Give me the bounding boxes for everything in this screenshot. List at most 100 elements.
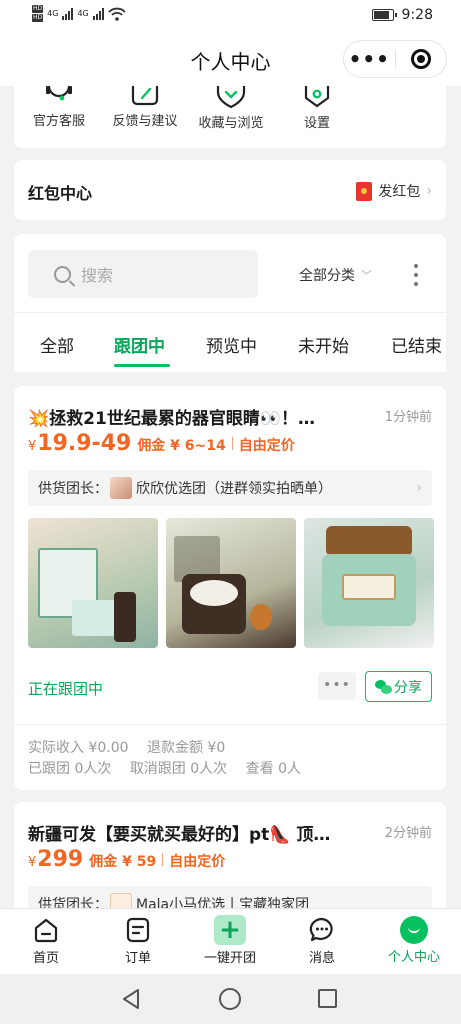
red-envelope-icon xyxy=(356,181,373,201)
group-status: 正在跟团中 xyxy=(28,680,104,698)
product-image[interactable] xyxy=(304,518,434,648)
product-card[interactable]: 新疆可发【要买就买最好的】pt👠 顶… 2分钟前 ¥ 299 佣金 ¥ 59 自… xyxy=(14,802,446,922)
home-button-icon[interactable] xyxy=(219,988,241,1010)
category-label: 全部分类 xyxy=(299,268,355,284)
quick-action-customer-service[interactable]: 官方客服 xyxy=(14,86,104,129)
tab-orders[interactable]: 订单 xyxy=(92,915,184,966)
divider xyxy=(14,312,446,313)
system-navigation-bar xyxy=(0,974,461,1024)
signal-icon xyxy=(92,7,104,20)
sim-indicator: HD HD xyxy=(32,5,44,22)
product-card[interactable]: 💥拯救21世纪最累的器官眼睛👀！… 1分钟前 ¥ 19.9-49 佣金 ¥ 6~… xyxy=(14,386,446,790)
quick-action-settings[interactable]: 设置 xyxy=(272,86,362,131)
commission: 佣金 ¥ 59 xyxy=(89,854,157,870)
product-price: 299 xyxy=(37,847,84,872)
headset-icon xyxy=(46,86,72,101)
pricing-mode: 自由定价 xyxy=(169,854,226,870)
quick-action-favorites[interactable]: 收藏与浏览 xyxy=(186,86,276,131)
message-icon xyxy=(309,917,333,942)
tab-label: 个人中心 xyxy=(387,950,440,965)
wechat-icon xyxy=(375,679,392,694)
send-red-packet-label: 发红包 xyxy=(378,184,421,200)
post-time: 2分钟前 xyxy=(384,826,432,841)
home-icon xyxy=(34,918,58,943)
quick-action-label: 官方客服 xyxy=(32,114,85,129)
back-icon[interactable] xyxy=(121,988,141,1010)
navigation-bar: 个人中心 ••• xyxy=(0,32,461,86)
actual-income: 实际收入 ¥0.00 xyxy=(28,740,129,756)
tab-preview[interactable]: 预览中 xyxy=(206,332,257,357)
plus-icon: + xyxy=(214,915,246,945)
clock: 9:28 xyxy=(401,7,433,23)
search-input[interactable]: 搜索 xyxy=(28,250,258,298)
commission: 佣金 ¥ 6~14 xyxy=(137,438,226,454)
product-image[interactable] xyxy=(166,518,296,648)
order-icon xyxy=(126,917,150,943)
search-icon xyxy=(54,265,71,283)
signal-icon xyxy=(62,7,74,20)
post-time: 1分钟前 xyxy=(384,410,432,425)
tab-messages[interactable]: 消息 xyxy=(276,915,368,966)
send-red-packet-button[interactable]: 发红包 › xyxy=(356,181,432,201)
tab-ongoing[interactable]: 跟团中 xyxy=(114,332,165,357)
settings-icon xyxy=(304,86,330,108)
quick-action-label: 收藏与浏览 xyxy=(198,116,264,131)
edit-icon xyxy=(131,86,159,106)
battery-icon xyxy=(371,9,397,21)
sim1-label: HD xyxy=(32,5,44,13)
more-options-icon[interactable] xyxy=(414,264,418,286)
category-dropdown[interactable]: 全部分类 ﹀ xyxy=(299,265,372,285)
quick-action-label: 反馈与建议 xyxy=(112,114,178,129)
red-packet-center-card[interactable]: 红包中心 发红包 › xyxy=(14,160,446,220)
pricing-mode: 自由定价 xyxy=(238,438,295,454)
supplier-name: 欣欣优选团（进群领实拍晒单） xyxy=(136,481,332,497)
tab-profile[interactable]: 个人中心 xyxy=(368,915,460,965)
profile-icon xyxy=(400,916,428,944)
share-label: 分享 xyxy=(394,679,422,696)
currency-symbol: ¥ xyxy=(28,439,37,454)
tab-all[interactable]: 全部 xyxy=(40,332,74,357)
quick-action-label: 设置 xyxy=(303,116,330,131)
share-button[interactable]: 分享 xyxy=(365,671,432,702)
product-price: 19.9-49 xyxy=(37,431,132,456)
shield-icon xyxy=(216,86,246,108)
supplier-row[interactable]: 供货团长： 欣欣优选团（进群领实拍晒单） › xyxy=(28,470,432,506)
divider xyxy=(14,724,446,725)
chevron-right-icon: › xyxy=(426,183,432,199)
network-type-2: 4G xyxy=(77,9,89,18)
tab-label: 首页 xyxy=(32,951,59,966)
more-menu-button[interactable]: ••• xyxy=(344,49,395,69)
more-actions-button[interactable]: ••• xyxy=(318,672,356,700)
order-stats: 实际收入 ¥0.00 退款金额 ¥0 已跟团 0人次 取消跟团 0人次 查看 0… xyxy=(28,738,315,780)
active-tab-indicator xyxy=(114,364,170,367)
close-miniprogram-button[interactable] xyxy=(396,49,447,69)
status-bar: HD HD 4G 4G 9:28 xyxy=(0,0,461,32)
status-right: 9:28 xyxy=(371,7,433,23)
tab-label: 消息 xyxy=(308,951,335,966)
tab-label: 订单 xyxy=(124,951,151,966)
product-image[interactable] xyxy=(28,518,158,648)
bottom-tab-bar: 首页 订单 + 一键开团 消息 个人中心 xyxy=(0,908,461,974)
chevron-right-icon: › xyxy=(416,480,422,496)
tab-start-group[interactable]: + 一键开团 xyxy=(184,915,276,966)
wifi-icon xyxy=(108,7,126,21)
divider xyxy=(231,437,233,450)
tab-not-started[interactable]: 未开始 xyxy=(298,332,349,357)
network-type-1: 4G xyxy=(47,9,59,18)
tab-home[interactable]: 首页 xyxy=(0,915,92,966)
quick-action-feedback[interactable]: 反馈与建议 xyxy=(100,86,190,129)
divider xyxy=(162,853,164,866)
quick-actions-card: 官方客服 反馈与建议 收藏与浏览 设置 xyxy=(14,86,446,148)
sim2-label: HD xyxy=(32,14,44,22)
recent-apps-icon[interactable] xyxy=(318,989,337,1008)
search-placeholder: 搜索 xyxy=(81,266,114,285)
chevron-down-icon: ﹀ xyxy=(361,269,372,282)
avatar xyxy=(110,477,132,499)
refund-amount: 退款金额 ¥0 xyxy=(146,740,226,756)
product-title: 💥拯救21世纪最累的器官眼睛👀！… xyxy=(28,409,315,429)
group-filter-card: 搜索 全部分类 ﹀ 全部 跟团中 预览中 未开始 已结束 xyxy=(14,234,446,372)
miniprogram-capsule: ••• xyxy=(343,40,447,78)
target-icon xyxy=(410,49,431,69)
currency-symbol: ¥ xyxy=(28,855,37,870)
tab-ended[interactable]: 已结束 xyxy=(391,332,442,357)
